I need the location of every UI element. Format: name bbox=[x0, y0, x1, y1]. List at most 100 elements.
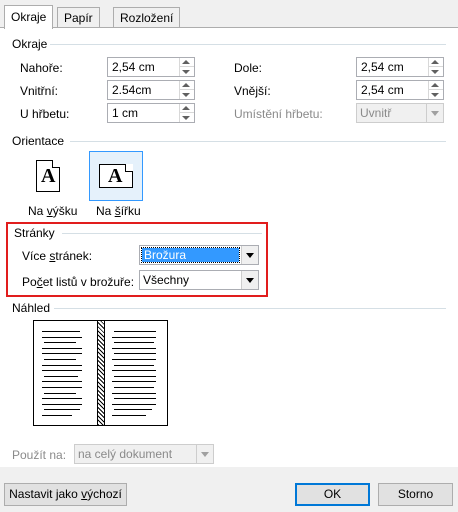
outside-margin-spin-buttons[interactable] bbox=[428, 81, 443, 99]
portrait-button[interactable]: A bbox=[20, 151, 74, 201]
spin-down-icon[interactable] bbox=[431, 70, 439, 74]
tab-layout[interactable]: Rozložení bbox=[113, 7, 181, 28]
preview-line bbox=[44, 375, 78, 377]
multiple-pages-select[interactable]: Brožura bbox=[139, 245, 259, 265]
set-default-button[interactable]: Nastavit jako výchozí bbox=[4, 483, 127, 506]
multiple-pages-value: Brožura bbox=[141, 247, 240, 263]
pages-section-title: Stránky bbox=[14, 226, 55, 240]
bottom-margin-spin-buttons[interactable] bbox=[428, 58, 443, 76]
preview-line bbox=[112, 336, 156, 338]
preview-line bbox=[44, 342, 76, 344]
landscape-button[interactable]: A bbox=[89, 151, 143, 201]
sheets-per-booklet-value: Všechny bbox=[143, 273, 190, 287]
preview-line bbox=[42, 353, 82, 355]
gutter-label: U hřbetu: bbox=[20, 107, 70, 121]
apply-to-select[interactable]: na celý dokument bbox=[74, 444, 214, 464]
chevron-down-icon[interactable] bbox=[426, 104, 443, 122]
inside-margin-value[interactable]: 2.54cm bbox=[112, 83, 151, 97]
top-margin-spin-buttons[interactable] bbox=[179, 58, 194, 76]
cancel-button[interactable]: Storno bbox=[378, 483, 453, 506]
tab-paper[interactable]: Papír bbox=[57, 7, 100, 28]
sheets-per-booklet-select[interactable]: Všechny bbox=[139, 270, 259, 290]
spin-down-icon[interactable] bbox=[431, 93, 439, 97]
preview-line bbox=[114, 353, 156, 355]
gutter-position-label: Umístění hřbetu: bbox=[234, 107, 323, 121]
booklet-preview bbox=[33, 320, 168, 426]
outside-margin-value[interactable]: 2,54 cm bbox=[361, 83, 404, 97]
sheets-per-booklet-label: Počet listů v brožuře: bbox=[22, 275, 135, 289]
top-margin-label: Nahoře: bbox=[20, 61, 63, 75]
gutter-spinner[interactable]: 1 cm bbox=[107, 103, 195, 123]
orientation-separator bbox=[70, 141, 446, 142]
gutter-spin-buttons[interactable] bbox=[179, 104, 194, 122]
preview-line bbox=[114, 342, 154, 344]
preview-line bbox=[112, 370, 156, 372]
gutter-position-select[interactable]: Uvnitř bbox=[356, 103, 444, 123]
preview-line bbox=[114, 375, 156, 377]
preview-line bbox=[114, 331, 156, 332]
preview-line bbox=[42, 387, 82, 388]
multiple-pages-label: Více stránek: bbox=[22, 249, 93, 263]
orientation-section-title: Orientace bbox=[12, 134, 65, 148]
chevron-down-icon[interactable] bbox=[241, 271, 258, 289]
preview-line bbox=[42, 415, 72, 416]
portrait-page-icon: A bbox=[36, 160, 60, 192]
outside-margin-label: Vnější: bbox=[234, 84, 271, 98]
preview-line bbox=[42, 336, 82, 338]
top-margin-spinner[interactable]: 2,54 cm bbox=[107, 57, 195, 77]
preview-line bbox=[44, 359, 76, 360]
preview-line bbox=[112, 381, 156, 383]
preview-line bbox=[42, 381, 82, 383]
preview-line bbox=[114, 364, 154, 366]
bottom-margin-value[interactable]: 2,54 cm bbox=[361, 60, 404, 74]
preview-line bbox=[114, 398, 156, 400]
spin-up-icon[interactable] bbox=[182, 106, 190, 110]
top-margin-value[interactable]: 2,54 cm bbox=[112, 60, 155, 74]
spin-up-icon[interactable] bbox=[182, 83, 190, 87]
preview-line bbox=[112, 392, 156, 394]
preview-line bbox=[42, 347, 82, 349]
preview-line bbox=[44, 392, 76, 394]
preview-line bbox=[42, 331, 80, 332]
apply-to-label: Použít na: bbox=[12, 448, 67, 462]
preview-line bbox=[42, 403, 82, 405]
preview-separator bbox=[54, 308, 446, 309]
preview-line bbox=[114, 387, 154, 388]
ok-button[interactable]: OK bbox=[295, 483, 370, 506]
spin-up-icon[interactable] bbox=[431, 83, 439, 87]
margins-separator bbox=[50, 44, 446, 45]
bottom-margin-spinner[interactable]: 2,54 cm bbox=[356, 57, 444, 77]
landscape-label[interactable]: Na šířku bbox=[96, 204, 141, 218]
inside-margin-spin-buttons[interactable] bbox=[179, 81, 194, 99]
preview-line bbox=[42, 398, 82, 400]
bottom-margin-label: Dole: bbox=[234, 61, 263, 75]
apply-to-value: na celý dokument bbox=[78, 447, 173, 461]
preview-line bbox=[112, 415, 146, 416]
spin-down-icon[interactable] bbox=[182, 70, 190, 74]
preview-line bbox=[112, 359, 156, 360]
inside-margin-spinner[interactable]: 2.54cm bbox=[107, 80, 195, 100]
booklet-spine bbox=[97, 321, 105, 425]
spin-up-icon[interactable] bbox=[431, 60, 439, 64]
spin-down-icon[interactable] bbox=[182, 93, 190, 97]
landscape-page-icon: A bbox=[99, 164, 133, 188]
preview-line bbox=[42, 364, 82, 366]
preview-line bbox=[42, 370, 82, 372]
portrait-label[interactable]: Na výšku bbox=[28, 204, 77, 218]
preview-line bbox=[112, 403, 156, 405]
tab-margins[interactable]: Okraje bbox=[4, 5, 54, 29]
preview-line bbox=[114, 409, 152, 411]
outside-margin-spinner[interactable]: 2,54 cm bbox=[356, 80, 444, 100]
tab-strip: Okraje Papír Rozložení bbox=[0, 0, 458, 29]
margins-section-title: Okraje bbox=[12, 37, 48, 51]
chevron-down-icon[interactable] bbox=[196, 445, 213, 463]
pages-separator bbox=[62, 233, 262, 234]
spin-down-icon[interactable] bbox=[182, 116, 190, 120]
inside-margin-label: Vnitřní: bbox=[20, 84, 59, 98]
preview-line bbox=[44, 409, 80, 411]
gutter-position-value: Uvnitř bbox=[360, 106, 392, 120]
preview-line bbox=[112, 347, 156, 349]
spin-up-icon[interactable] bbox=[182, 60, 190, 64]
chevron-down-icon[interactable] bbox=[241, 246, 258, 264]
gutter-value[interactable]: 1 cm bbox=[112, 106, 138, 120]
